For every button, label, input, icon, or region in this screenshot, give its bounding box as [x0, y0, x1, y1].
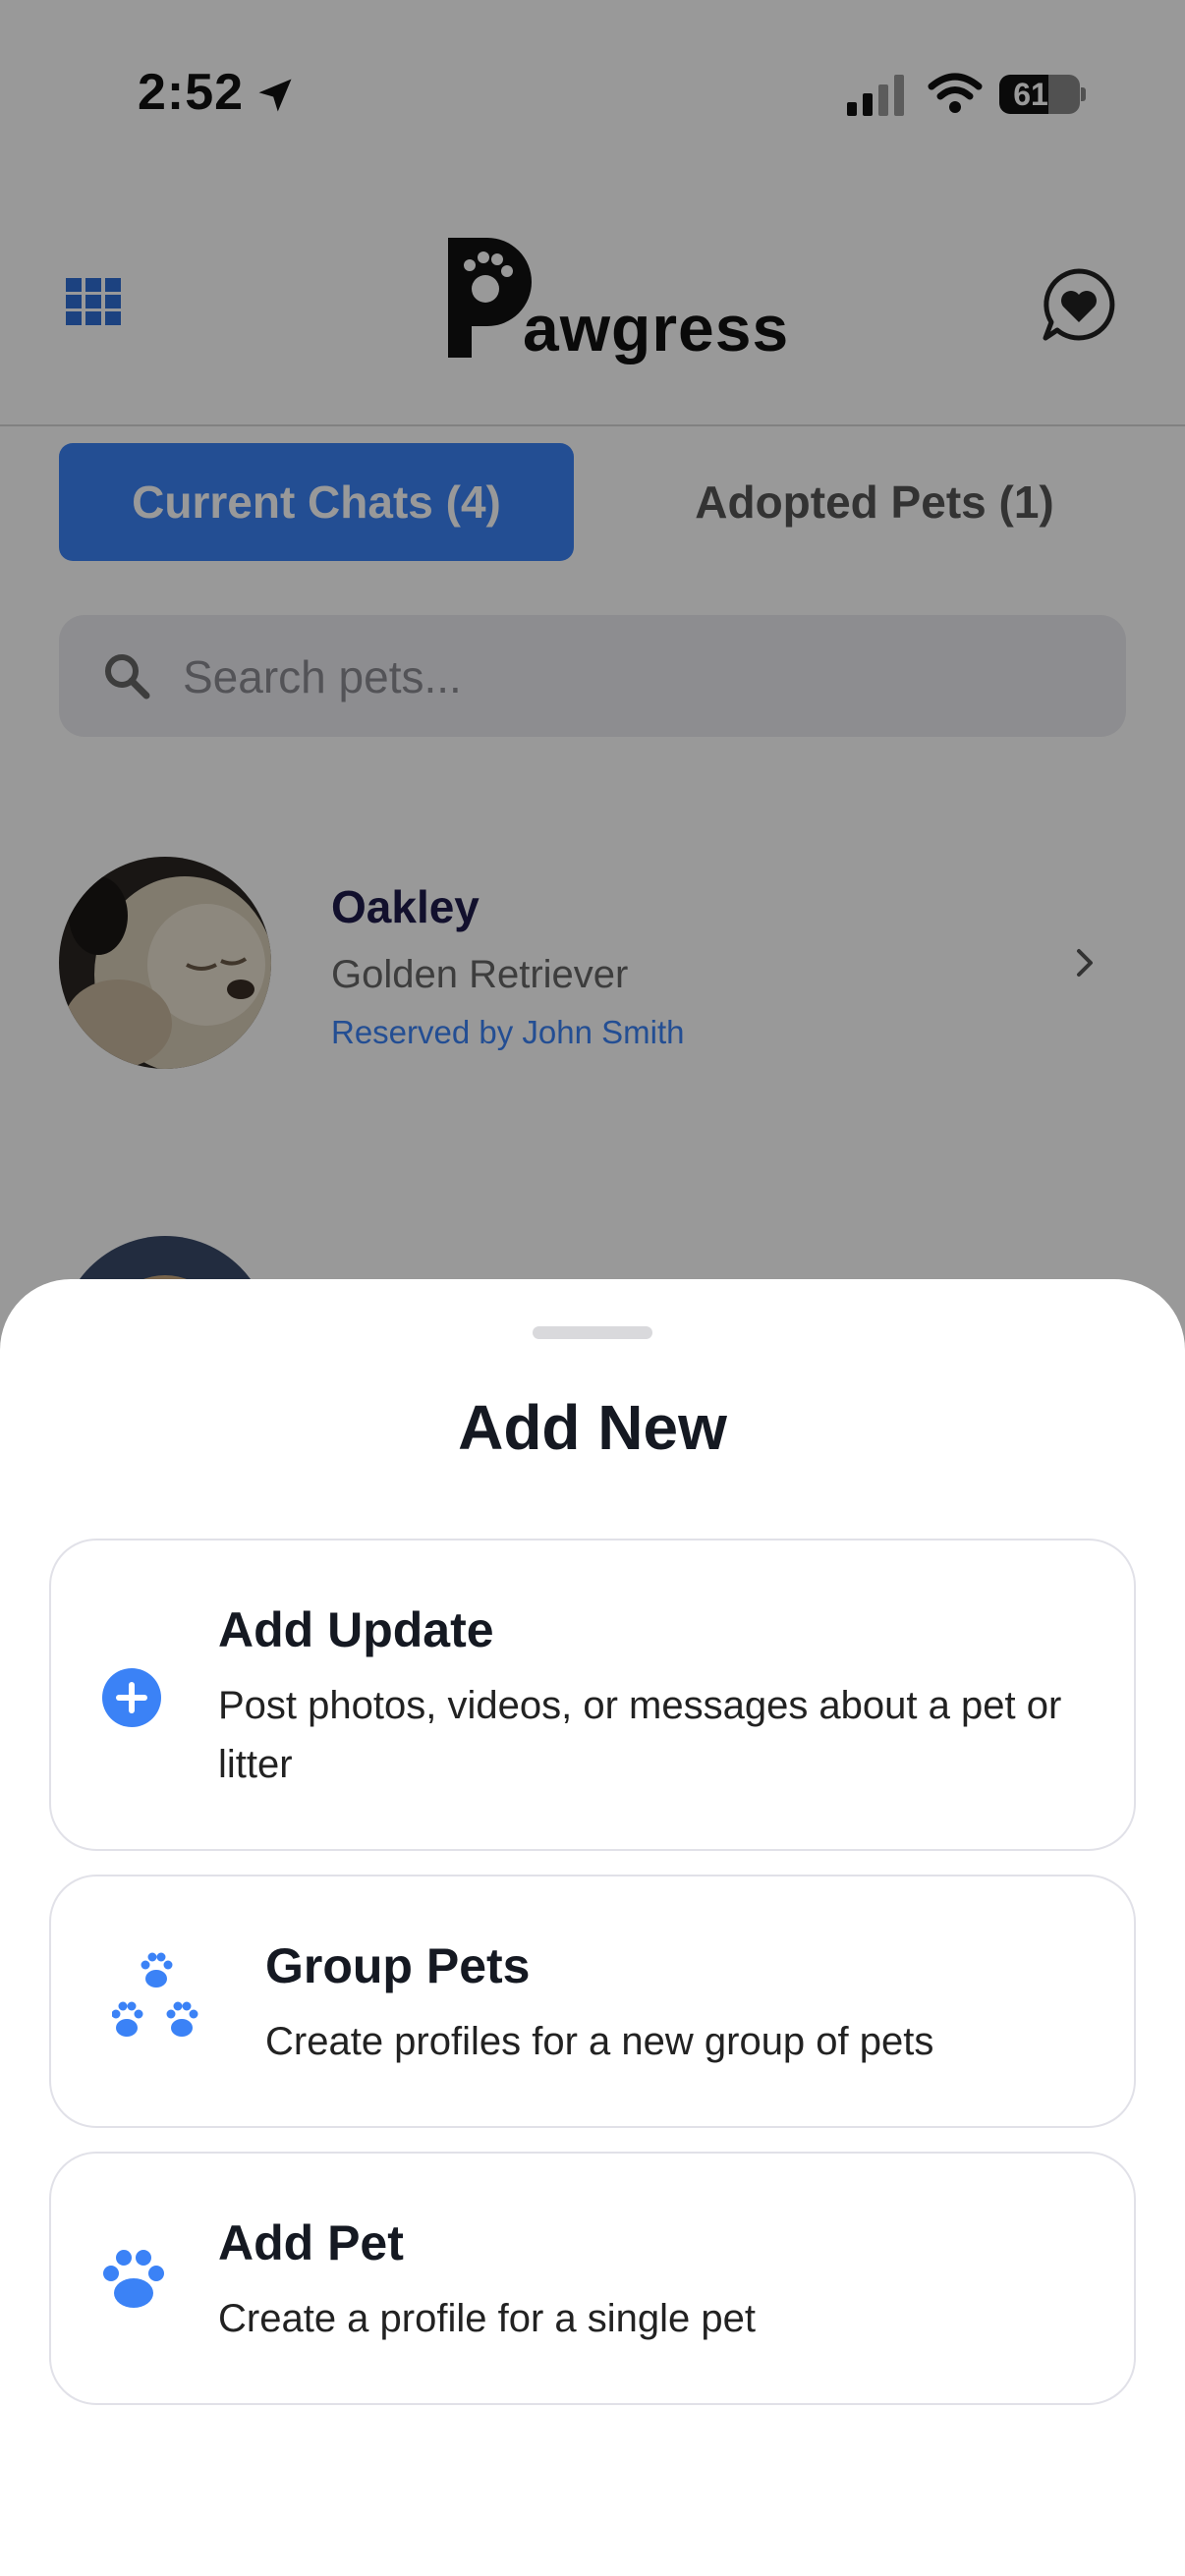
option-title: Group Pets — [265, 1938, 531, 1993]
option-title: Add Pet — [218, 2215, 404, 2270]
paw-icon — [103, 2250, 164, 2308]
option-description: Create profiles for a new group of pets — [265, 2020, 934, 2063]
option-title: Add Update — [218, 1602, 494, 1657]
group-pets-option[interactable]: Group Pets Create profiles for a new gro… — [49, 1875, 1136, 2128]
sheet-title: Add New — [458, 1392, 727, 1463]
add-pet-option[interactable]: Add Pet Create a profile for a single pe… — [49, 2152, 1136, 2405]
sheet-grabber[interactable] — [533, 1326, 652, 1339]
plus-circle-icon — [102, 1668, 161, 1727]
add-new-sheet: Add New Add Update Post photos, videos, … — [0, 1279, 1185, 2576]
add-update-option[interactable]: Add Update Post photos, videos, or messa… — [49, 1539, 1136, 1851]
option-description: Post photos, videos, or messages about a… — [218, 1684, 1062, 1786]
option-description: Create a profile for a single pet — [218, 2297, 756, 2340]
paw-group-icon — [112, 1952, 198, 2037]
